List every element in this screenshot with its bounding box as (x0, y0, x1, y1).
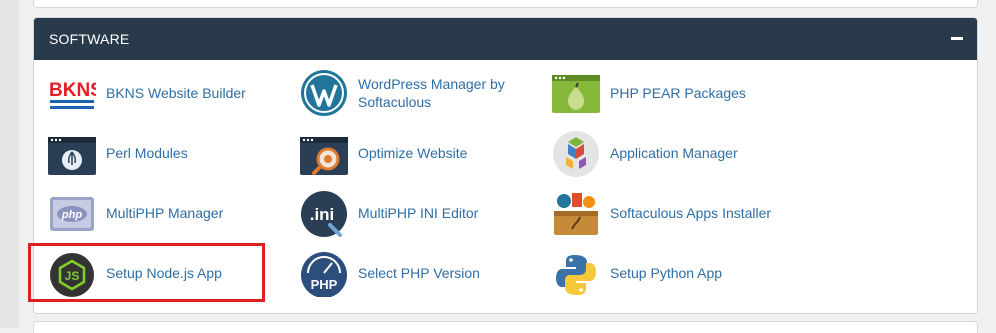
ini-editor-icon: .ini (300, 189, 348, 237)
item-label: Optimize Website (358, 145, 468, 161)
svg-text:BKNS: BKNS (49, 80, 96, 101)
item-multiphp-ini-editor[interactable]: .ini MultiPHP INI Editor (300, 187, 540, 239)
softaculous-icon (552, 189, 600, 237)
item-perl-modules[interactable]: Perl Modules (48, 127, 288, 179)
svg-text:PHP: PHP (311, 277, 338, 292)
svg-text:php: php (61, 209, 82, 221)
item-setup-python-app[interactable]: Setup Python App (552, 247, 792, 299)
item-label: WordPress Manager by Softaculous (358, 76, 505, 110)
item-label: Select PHP Version (358, 265, 480, 281)
perl-icon (48, 129, 96, 177)
item-label: Perl Modules (106, 145, 188, 161)
multiphp-icon: php (48, 189, 96, 237)
item-label: Setup Python App (610, 265, 723, 281)
item-php-pear-packages[interactable]: PHP PEAR Packages (552, 67, 792, 119)
left-scroll-rail (0, 0, 19, 328)
application-manager-icon (552, 129, 600, 177)
bkns-icon: BKNS (48, 69, 103, 117)
panel-title: SOFTWARE (49, 31, 130, 47)
wordpress-icon (300, 69, 348, 117)
item-label: Application Manager (610, 145, 738, 161)
item-label: MultiPHP INI Editor (358, 205, 479, 221)
previous-panel-edge (33, 0, 978, 8)
item-multiphp-manager[interactable]: php MultiPHP Manager (48, 187, 288, 239)
item-application-manager[interactable]: Application Manager (552, 127, 792, 179)
minus-icon (951, 37, 963, 40)
item-wordpress-manager[interactable]: WordPress Manager by Softaculous (300, 67, 540, 119)
collapse-button[interactable] (947, 29, 967, 49)
next-panel-edge (33, 321, 978, 333)
item-softaculous-apps-installer[interactable]: Softaculous Apps Installer (552, 187, 792, 239)
svg-text:.ini: .ini (310, 205, 335, 224)
item-select-php-version[interactable]: PHP Select PHP Version (300, 247, 540, 299)
pear-icon (552, 69, 600, 117)
item-label: MultiPHP Manager (106, 205, 224, 221)
item-label: Softaculous Apps Installer (610, 205, 772, 221)
panel-header: SOFTWARE (34, 18, 977, 60)
item-label: PHP PEAR Packages (610, 85, 746, 101)
python-icon (552, 249, 600, 297)
php-version-icon: PHP (300, 249, 348, 298)
highlight-box (28, 243, 265, 302)
optimize-icon (300, 129, 348, 177)
item-optimize-website[interactable]: Optimize Website (300, 127, 540, 179)
item-label: BKNS Website Builder (106, 85, 246, 101)
item-bkns-website-builder[interactable]: BKNS BKNS Website Builder (48, 67, 288, 119)
